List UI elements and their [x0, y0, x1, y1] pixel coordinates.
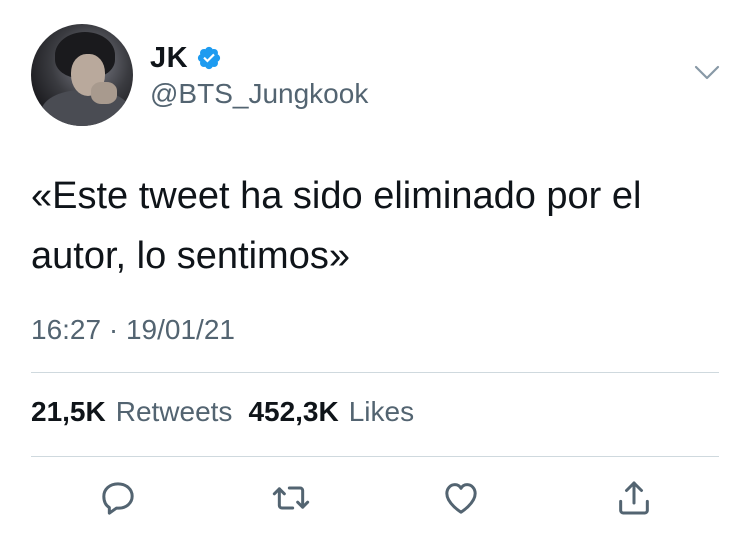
tweet-date: 19/01/21	[125, 314, 235, 345]
divider	[31, 372, 719, 373]
share-icon	[619, 481, 649, 515]
chevron-down-icon[interactable]	[694, 64, 720, 82]
divider	[31, 456, 719, 457]
retweet-button[interactable]	[269, 476, 313, 520]
avatar-figure-hand	[91, 82, 117, 104]
retweet-icon	[272, 486, 310, 510]
verified-badge-icon	[196, 45, 222, 71]
reply-icon	[102, 482, 134, 515]
author-handle[interactable]: @BTS_Jungkook	[150, 78, 368, 110]
tweet-text: «Este tweet ha sido eliminado por el aut…	[31, 175, 642, 277]
author-name-row[interactable]: JK	[150, 42, 222, 74]
tweet-actions-bar	[0, 476, 750, 526]
tweet-time: 16:27	[31, 314, 102, 345]
timestamp-separator: ·	[108, 314, 119, 345]
share-button[interactable]	[612, 476, 656, 520]
heart-icon	[445, 483, 477, 514]
likes-count[interactable]: 452,3K	[248, 396, 338, 428]
reply-button[interactable]	[96, 476, 140, 520]
likes-label[interactable]: Likes	[349, 396, 414, 428]
engagement-stats: 21,5K Retweets 452,3K Likes	[31, 396, 414, 428]
like-button[interactable]	[439, 476, 483, 520]
retweets-count[interactable]: 21,5K	[31, 396, 106, 428]
tweet-timestamp[interactable]: 16:27 · 19/01/21	[31, 314, 235, 346]
avatar[interactable]	[31, 24, 133, 126]
retweets-label[interactable]: Retweets	[116, 396, 233, 428]
author-display-name[interactable]: JK	[150, 42, 188, 75]
